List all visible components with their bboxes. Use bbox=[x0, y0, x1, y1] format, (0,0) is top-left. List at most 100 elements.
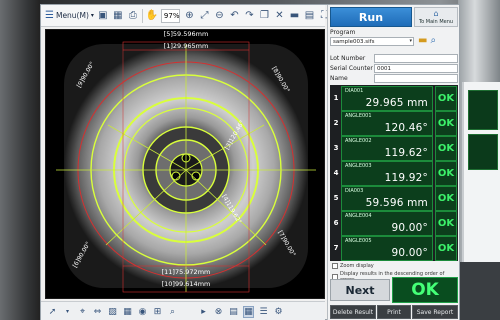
chevron-down-icon: ▾ bbox=[90, 12, 94, 19]
part-image: [5]59.596mm [1]29.965mm [11]75.972mm [10… bbox=[46, 30, 324, 298]
run-button[interactable]: Run bbox=[330, 7, 412, 27]
print-icon[interactable]: ⎙ bbox=[127, 8, 139, 24]
program-select[interactable]: sample003.sifs ▾ bbox=[330, 37, 414, 46]
list-view-icon[interactable]: ☰ bbox=[258, 307, 269, 317]
result-status: OK bbox=[435, 235, 457, 261]
result-index: 4 bbox=[333, 169, 339, 178]
dim-label-11: [11]75.972mm bbox=[162, 268, 211, 276]
lot-number-label: Lot Number bbox=[330, 55, 366, 62]
image-icon[interactable]: ▦ bbox=[112, 8, 124, 24]
lot-number-input[interactable] bbox=[374, 54, 458, 63]
undo-icon[interactable]: ↶ bbox=[228, 8, 240, 24]
zoom-display-option[interactable]: Zoom display bbox=[332, 263, 374, 269]
play-icon[interactable]: ▸ bbox=[198, 307, 209, 317]
main-menu-button[interactable]: ⌂ To Main Menu bbox=[414, 7, 458, 27]
delete-result-button[interactable]: Delete Result bbox=[330, 305, 376, 319]
result-status: OK bbox=[435, 160, 457, 186]
result-value: 90.00° bbox=[391, 221, 428, 234]
chevron-down-icon[interactable]: ▾ bbox=[62, 308, 73, 315]
overall-status: OK bbox=[392, 277, 458, 303]
grid-icon[interactable]: ▤ bbox=[303, 8, 315, 24]
result-box: ANGLE005 90.00° bbox=[341, 235, 433, 261]
redo-icon[interactable]: ↷ bbox=[243, 8, 255, 24]
result-status: OK bbox=[435, 86, 457, 111]
dim-label-1: [1]29.965mm bbox=[164, 42, 209, 50]
zoom-field[interactable]: 97% bbox=[160, 8, 181, 23]
result-value: 119.62° bbox=[384, 146, 428, 159]
fit-icon[interactable]: ⇔ bbox=[92, 307, 103, 317]
print-button[interactable]: Print bbox=[377, 305, 411, 319]
result-box: ANGLE003 119.92° bbox=[341, 160, 433, 186]
target-icon[interactable]: ⊗ bbox=[213, 307, 224, 317]
result-row[interactable]: 5 DIA003 59.596 mm OK bbox=[331, 185, 457, 211]
bolt-hole bbox=[191, 171, 201, 181]
result-box: ANGLE004 90.00° bbox=[341, 210, 433, 236]
result-index: 1 bbox=[333, 94, 339, 103]
dim-label-5: [5]59.596mm bbox=[164, 30, 209, 38]
background-ok-tile bbox=[468, 134, 498, 170]
result-index: 5 bbox=[333, 194, 339, 203]
result-status: OK bbox=[435, 135, 457, 161]
result-name: ANGLE003 bbox=[345, 162, 372, 169]
name-input[interactable] bbox=[374, 74, 458, 83]
result-row[interactable]: 2 ANGLE001 120.46° OK bbox=[331, 110, 457, 136]
hand-icon[interactable]: ✋ bbox=[146, 8, 158, 24]
measurement-viewport[interactable]: [5]59.596mm [1]29.965mm [11]75.972mm [10… bbox=[45, 29, 325, 299]
background-ok-tile bbox=[468, 90, 498, 130]
zoom-display-label: Zoom display bbox=[340, 263, 374, 269]
save-report-button[interactable]: Save Report bbox=[412, 305, 458, 319]
zoom-icon[interactable]: ⌕ bbox=[167, 307, 178, 317]
toolbar: ☰ Menu(M) ▾ ▣ ▦ ⎙ ✋ 97% ⊕ ⤢ ⊖ ↶ ↷ ❐ ✕ ▬ … bbox=[41, 5, 328, 27]
serial-counter-input[interactable]: 0001 bbox=[374, 64, 458, 73]
folder-icon[interactable]: ▬ bbox=[418, 35, 427, 46]
result-row[interactable]: 7 ANGLE005 90.00° OK bbox=[331, 235, 457, 261]
result-name: ANGLE005 bbox=[345, 237, 372, 244]
settings-icon[interactable]: ⚙ bbox=[273, 307, 284, 317]
chevron-down-icon: ▾ bbox=[409, 38, 412, 44]
menu-button[interactable]: ☰ Menu(M) ▾ bbox=[45, 10, 94, 21]
program-value: sample003.sifs bbox=[333, 38, 375, 45]
result-row[interactable]: 3 ANGLE002 119.62° OK bbox=[331, 135, 457, 161]
run-label: Run bbox=[358, 10, 384, 24]
result-index: 6 bbox=[333, 219, 339, 228]
zoom-in-icon[interactable]: ⊕ bbox=[183, 8, 195, 24]
save-icon[interactable]: ▣ bbox=[97, 8, 109, 24]
result-index: 3 bbox=[333, 144, 339, 153]
menu-label: Menu(M) bbox=[55, 11, 89, 20]
grid-view-icon[interactable]: ▦ bbox=[243, 305, 254, 318]
crosshair-icon[interactable]: ⌖ bbox=[77, 307, 88, 317]
result-name: ANGLE001 bbox=[345, 112, 372, 119]
zoom-display-checkbox[interactable] bbox=[332, 263, 338, 269]
result-value: 119.92° bbox=[384, 171, 428, 184]
result-row[interactable]: 1 DIA001 29.965 mm OK bbox=[331, 86, 457, 111]
delete-icon[interactable]: ✕ bbox=[273, 8, 285, 24]
fit-screen-icon[interactable]: ⤢ bbox=[198, 8, 210, 24]
bolt-hole bbox=[171, 171, 181, 181]
result-status: OK bbox=[435, 210, 457, 236]
program-tools: ▬ ⌕ bbox=[418, 33, 458, 47]
search-icon[interactable]: ⌕ bbox=[430, 35, 436, 46]
serial-counter-label: Serial Counter bbox=[330, 65, 373, 72]
result-row[interactable]: 6 ANGLE004 90.00° OK bbox=[331, 210, 457, 236]
camera-icon[interactable]: ◉ bbox=[137, 307, 148, 317]
name-label: Name bbox=[330, 75, 348, 82]
main-menu-label: To Main Menu bbox=[418, 18, 454, 25]
image-icon[interactable]: ▨ bbox=[107, 307, 118, 317]
viewport-toolbar: ➚ ▾ ⌖ ⇔ ▨ ▦ ◉ ⊞ ⌕ ▸ ⊗ ▤ ▦ ☰ ⚙ bbox=[41, 301, 325, 320]
result-index: 7 bbox=[333, 244, 339, 253]
pointer-icon[interactable]: ➚ bbox=[47, 307, 58, 317]
background-device-bottom bbox=[460, 262, 500, 320]
result-value: 59.596 mm bbox=[365, 196, 428, 209]
grid-icon[interactable]: ▦ bbox=[122, 307, 133, 317]
hamburger-icon: ☰ bbox=[45, 10, 54, 21]
result-row[interactable]: 4 ANGLE003 119.92° OK bbox=[331, 160, 457, 186]
zoom-value: 97% bbox=[163, 11, 180, 20]
layer-icon[interactable]: ▤ bbox=[228, 307, 239, 317]
next-button[interactable]: Next bbox=[330, 279, 390, 301]
program-label: Program bbox=[330, 29, 356, 36]
result-name: ANGLE004 bbox=[345, 212, 372, 219]
zoom-out-icon[interactable]: ⊖ bbox=[213, 8, 225, 24]
copy-icon[interactable]: ❐ bbox=[258, 8, 270, 24]
line-icon[interactable]: ▬ bbox=[288, 8, 300, 24]
measure-icon[interactable]: ⊞ bbox=[152, 307, 163, 317]
